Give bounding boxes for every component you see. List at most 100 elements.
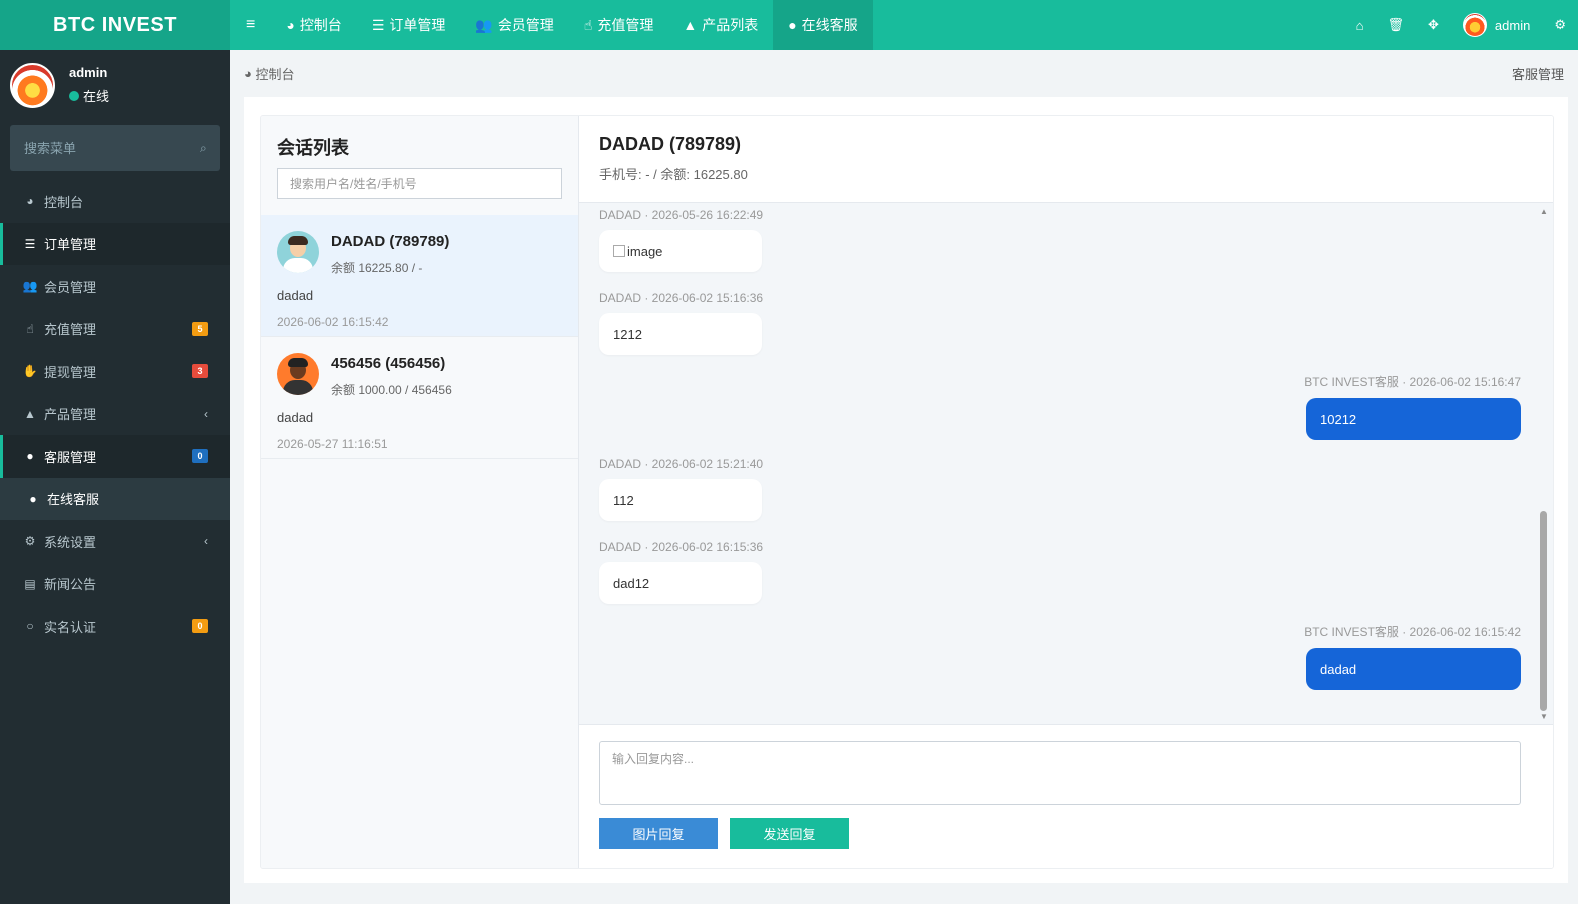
top-nav-orders[interactable]: ☰ 订单管理	[357, 0, 461, 50]
header-username: admin	[1494, 17, 1531, 33]
message-item: BTC INVEST客服 · 2026-06-02 15:16:47 10212	[1304, 373, 1521, 440]
conversation-item[interactable]: 456456 (456456) 余额 1000.00 / 456456 dada…	[261, 337, 578, 459]
conversation-meta: 余额 1000.00 / 456456	[331, 383, 452, 397]
chevron-left-icon: ‹	[204, 534, 208, 549]
conversation-item[interactable]: DADAD (789789) 余额 16225.80 / - dadad 202…	[261, 215, 578, 337]
chevron-left-icon: ‹	[204, 406, 208, 421]
sidebar-item-settings[interactable]: ⚙ 系统设置 ‹	[0, 520, 230, 563]
message-bubble: 112	[599, 479, 762, 521]
home-button[interactable]: ⌂	[1344, 0, 1376, 50]
menu-search: ⌕	[10, 125, 220, 171]
sidebar-item-label: 控制台	[44, 194, 84, 210]
message-item: DADAD · 2026-05-26 16:22:49 image	[599, 208, 763, 272]
message-scrollbar[interactable]: ▲ ▼	[1539, 207, 1549, 721]
scroll-down-icon[interactable]: ▼	[1539, 712, 1549, 721]
conversation-last-message: dadad	[277, 410, 314, 425]
top-nav-recharge[interactable]: ☝ 充值管理	[569, 0, 669, 50]
sidebar-item-members[interactable]: 👥 会员管理	[0, 265, 230, 308]
sidebar-item-label: 在线客服	[47, 492, 100, 508]
top-header: BTC INVEST ≡ ◕ 控制台 ☰ 订单管理 👥 会员管理 ☝ 充值管理 ▲ 产品列…	[0, 0, 1578, 50]
message-meta: BTC INVEST客服 · 2026-06-02 16:15:42	[1304, 625, 1521, 639]
settings-button[interactable]: ⚙	[1542, 0, 1578, 50]
message-meta: BTC INVEST客服 · 2026-06-02 15:16:47	[1304, 375, 1521, 389]
reply-input[interactable]	[599, 741, 1521, 805]
top-nav-products[interactable]: ▲ 产品列表	[668, 0, 773, 50]
conversation-list: 会话列表 DADAD (789789) 余额 16225.80 / - dada…	[261, 116, 579, 868]
broken-image-icon[interactable]	[613, 245, 625, 257]
sidebar-item-news[interactable]: ▤ 新闻公告	[0, 563, 230, 606]
sidebar-item-label: 客服管理	[44, 449, 97, 465]
dashboard-icon: ◕	[244, 66, 256, 81]
sidebar-toggle-button[interactable]: ≡	[230, 0, 271, 50]
conversation-list-title: 会话列表	[277, 138, 349, 158]
top-nav-label: 产品列表	[702, 17, 759, 33]
clear-cache-button[interactable]: 🗑	[1376, 0, 1417, 50]
bag-icon: ▲	[24, 406, 36, 421]
search-icon[interactable]: ⌕	[200, 141, 207, 156]
fullscreen-button[interactable]: ✥	[1416, 0, 1451, 50]
sidebar-item-verification[interactable]: ○ 实名认证 0	[0, 605, 230, 648]
chat-panel: DADAD (789789) 手机号: - / 余额: 16225.80 DAD…	[579, 116, 1553, 868]
top-nav-label: 控制台	[299, 17, 342, 33]
sidebar-item-label: 新闻公告	[44, 577, 97, 593]
user-panel: admin 在线	[0, 50, 230, 120]
count-badge: 3	[192, 364, 208, 379]
top-nav-online-service[interactable]: ● 在线客服	[773, 0, 873, 50]
users-icon: 👥	[475, 16, 493, 33]
chat-container: 会话列表 DADAD (789789) 余额 16225.80 / - dada…	[260, 115, 1554, 869]
sidebar-item-online-service[interactable]: ● 在线客服	[0, 477, 230, 520]
chat-icon: ●	[26, 449, 34, 464]
image-reply-button[interactable]: 图片回复	[599, 818, 718, 849]
count-badge: 5	[192, 321, 208, 336]
sidebar: admin 在线 ⌕ ◕ 控制台 ☰ 订单管理 👥 会员管理 ☝ 充值管理 5 ✋ 提现管理…	[0, 50, 230, 904]
message-item: DADAD · 2026-06-02 16:15:36 dad12	[599, 540, 763, 604]
sidebar-item-orders[interactable]: ☰ 订单管理	[0, 222, 230, 265]
top-nav-members[interactable]: 👥 会员管理	[460, 0, 568, 50]
sidebar-item-dashboard[interactable]: ◕ 控制台	[0, 180, 230, 223]
user-name: admin	[69, 65, 108, 80]
dashboard-icon: ◕	[26, 194, 34, 209]
cogs-icon: ⚙	[24, 534, 36, 549]
home-icon: ⌂	[1355, 17, 1364, 33]
conversation-last-message: dadad	[277, 288, 314, 303]
chat-icon: ●	[788, 17, 797, 33]
hand-icon: ☝	[26, 321, 34, 336]
sidebar-item-label: 会员管理	[44, 279, 97, 295]
sidebar-item-customer-service[interactable]: ● 客服管理 0	[0, 435, 230, 478]
chat-header: DADAD (789789) 手机号: - / 余额: 16225.80	[579, 116, 1553, 203]
message-bubble: 1212	[599, 313, 762, 355]
conversation-search-input[interactable]	[290, 176, 549, 191]
sidebar-item-recharge[interactable]: ☝ 充值管理 5	[0, 308, 230, 351]
breadcrumb-link[interactable]: 控制台	[255, 64, 294, 83]
sidebar-item-products[interactable]: ▲ 产品管理 ‹	[0, 393, 230, 436]
dashboard-icon: ◕	[286, 17, 295, 33]
message-image-alt[interactable]: image	[627, 244, 662, 259]
message-meta: DADAD · 2026-06-02 16:15:36	[599, 540, 764, 554]
list-icon: ☰	[24, 236, 36, 251]
message-list[interactable]: DADAD · 2026-05-26 16:22:49 image DADAD …	[579, 203, 1553, 725]
menu-search-input[interactable]	[24, 140, 200, 156]
circle-icon: ○	[26, 619, 34, 634]
sidebar-item-label: 充值管理	[44, 322, 97, 338]
chat-title: DADAD (789789)	[599, 134, 742, 154]
top-nav-label: 会员管理	[497, 17, 554, 33]
sidebar-item-withdraw[interactable]: ✋ 提现管理 3	[0, 350, 230, 393]
message-bubble: dad12	[599, 562, 762, 604]
scroll-up-icon[interactable]: ▲	[1539, 207, 1549, 216]
top-nav-dashboard[interactable]: ◕ 控制台	[271, 0, 356, 50]
content-panel: 会话列表 DADAD (789789) 余额 16225.80 / - dada…	[244, 97, 1568, 883]
top-nav-label: 订单管理	[389, 17, 446, 33]
avatar	[277, 353, 319, 395]
message-item: BTC INVEST客服 · 2026-06-02 16:15:42 dadad	[1304, 623, 1521, 690]
scrollbar-thumb[interactable]	[1540, 511, 1547, 711]
main-content: ◕ 控制台 客服管理 会话列表 DADAD (789789) 余额 16225.…	[230, 50, 1578, 904]
newspaper-icon: ▤	[24, 576, 36, 591]
message-meta: DADAD · 2026-05-26 16:22:49	[599, 208, 764, 222]
app-logo[interactable]: BTC INVEST	[0, 0, 230, 50]
chat-subtitle: 手机号: - / 余额: 16225.80	[599, 167, 748, 182]
send-reply-button[interactable]: 发送回复	[730, 818, 849, 849]
user-menu[interactable]: admin	[1451, 0, 1542, 50]
user-status: 在线	[69, 86, 109, 105]
conversation-search	[277, 168, 562, 199]
